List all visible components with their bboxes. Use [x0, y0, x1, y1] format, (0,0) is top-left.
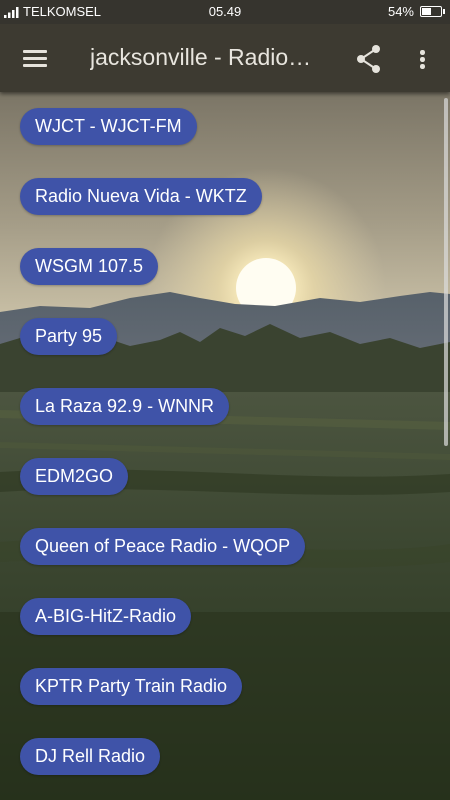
station-item[interactable]: A-BIG-HitZ-Radio [20, 598, 192, 635]
menu-icon-bar [23, 64, 47, 67]
station-item[interactable]: Radio Nueva Vida - WKTZ [20, 178, 262, 215]
station-item[interactable]: Party 95 [20, 318, 118, 355]
app-bar: jacksonville - Radio… [0, 24, 450, 92]
station-list: WJCT - WJCT-FM Radio Nueva Vida - WKTZ WSG… [0, 92, 450, 800]
page-title: jacksonville - Radio… [90, 44, 312, 70]
battery-level [422, 8, 431, 15]
more-vert-icon [420, 50, 425, 55]
menu-button[interactable] [14, 38, 56, 78]
station-item[interactable]: DJ Rell Radio [20, 738, 161, 775]
station-item[interactable]: WJCT - WJCT-FM [20, 108, 197, 145]
app-screen: TELKOMSEL 05.49 54% jacksonville - Radio… [0, 0, 450, 800]
station-item[interactable]: KPTR Party Train Radio [20, 668, 243, 705]
share-icon[interactable] [352, 42, 386, 76]
clock: 05.49 [208, 4, 242, 19]
more-vert-icon-dot [420, 57, 425, 62]
status-bar: TELKOMSEL 05.49 54% [0, 0, 450, 24]
station-item[interactable]: La Raza 92.9 - WNNR [20, 388, 230, 425]
more-options-button[interactable] [408, 42, 436, 76]
station-item[interactable]: Queen of Peace Radio - WQOP [20, 528, 306, 565]
battery-percent: 54% [387, 4, 414, 19]
station-item[interactable]: EDM2GO [20, 458, 129, 495]
more-vert-icon-dot [420, 64, 425, 69]
scrollbar[interactable] [444, 98, 448, 446]
menu-icon-bar [23, 57, 47, 60]
station-item[interactable]: WSGM 107.5 [20, 248, 159, 285]
battery-icon [420, 6, 445, 17]
menu-icon [23, 50, 47, 53]
